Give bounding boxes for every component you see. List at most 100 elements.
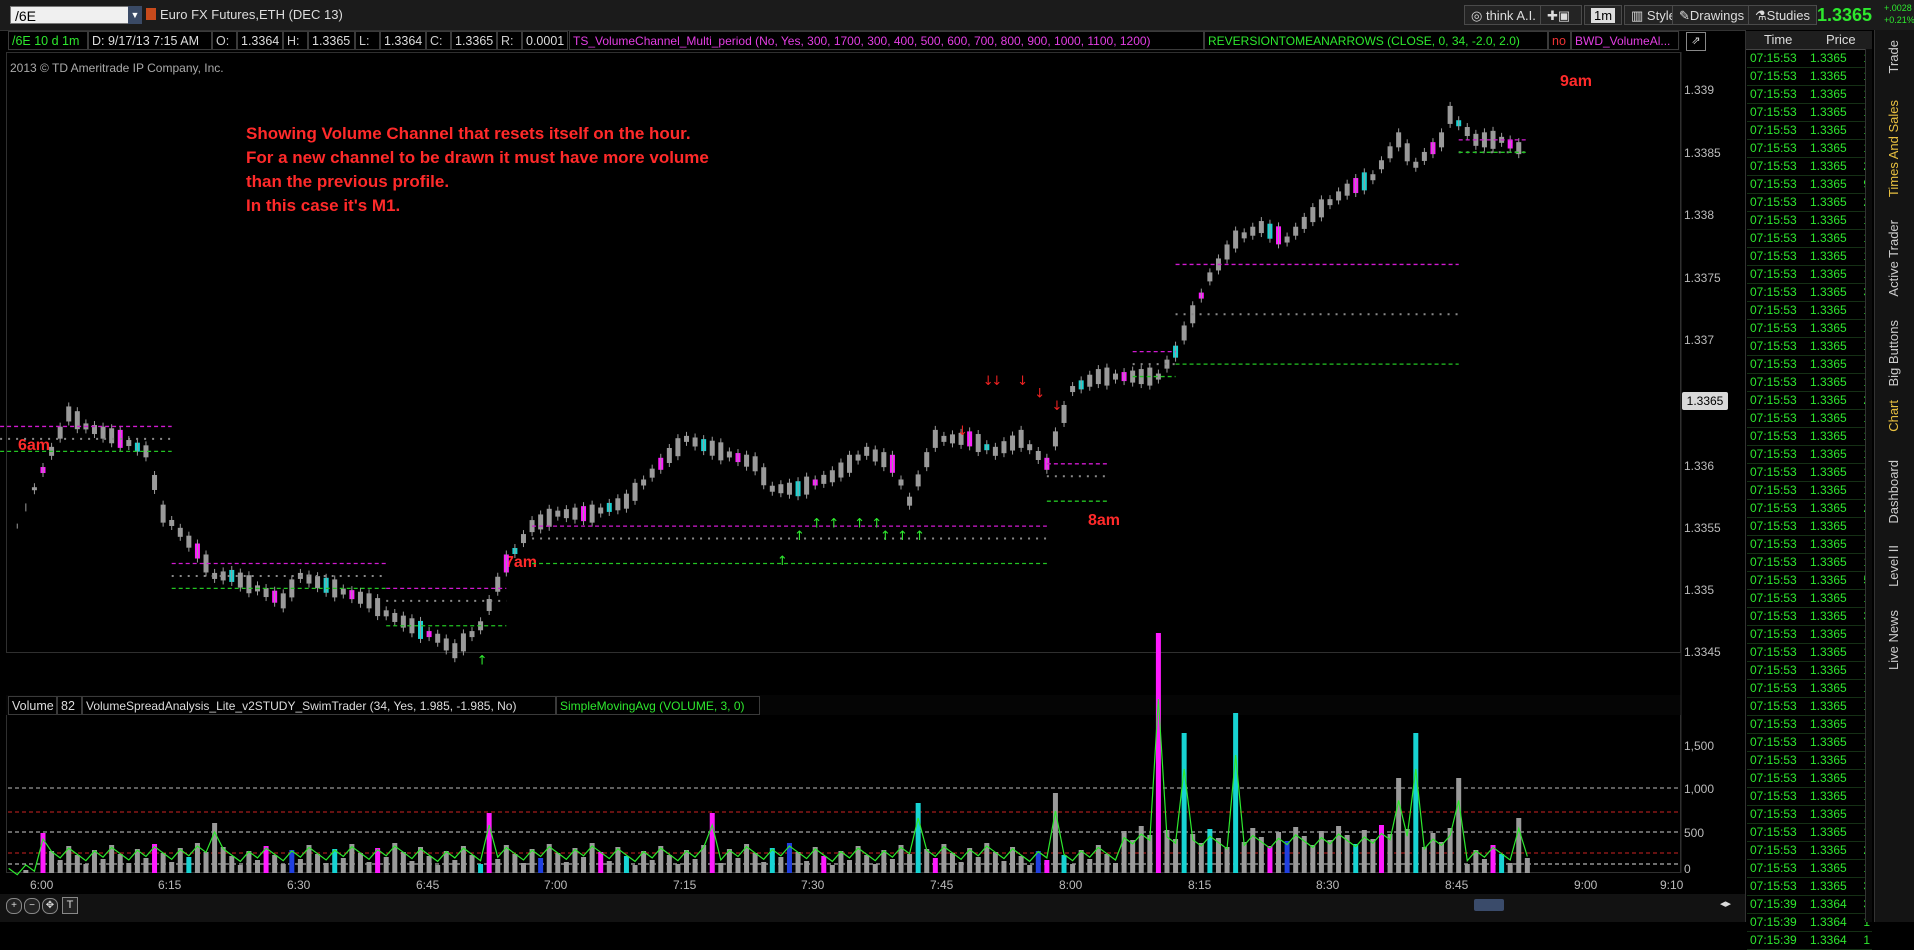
ts-row: 07:15:531.33651 [1747,769,1872,788]
volume-sma [8,698,1528,876]
volume-bar [735,858,741,873]
ts-time: 07:15:53 [1750,717,1797,731]
scroll-arrows-icon[interactable]: ◂▸ [1720,897,1731,910]
zoom-in-icon[interactable]: + [6,898,22,914]
horizontal-scrollbar-thumb[interactable] [1474,899,1504,911]
volume-bar [100,859,106,873]
volume-bar [847,860,853,873]
ts-price: 1.3365 [1810,843,1847,857]
volume-bar [143,858,149,873]
ts-time: 07:15:53 [1750,105,1797,119]
volume-grid [8,787,1680,865]
volume-bar [23,870,29,873]
ts-row: 07:15:531.33653 [1747,877,1872,896]
ts-price: 1.3365 [1810,105,1847,119]
ts-price: 1.3365 [1810,555,1847,569]
ts-time: 07:15:53 [1750,699,1797,713]
volume-bar [1027,865,1033,873]
ts-time: 07:15:39 [1750,933,1797,947]
down-arrow-icon: ↓ [957,424,968,439]
side-tab-trade[interactable]: Trade [1886,40,1901,73]
down-arrow-icon: ↓ [1051,399,1062,414]
up-arrow-icon: ↑ [477,654,488,669]
volume-bar [366,862,372,873]
ts-price: 1.3365 [1810,249,1847,263]
studies-button[interactable]: ⚗Studies [1748,5,1818,25]
volume-bar [1310,845,1316,873]
volume-bar [563,862,569,873]
volume-bar [1061,855,1067,873]
side-tab-dashboard[interactable]: Dashboard [1886,460,1901,524]
ts-time: 07:15:53 [1750,303,1797,317]
text-tool-icon[interactable]: T [62,897,78,914]
volume-bar [426,856,432,873]
side-tab-times-and-sales[interactable]: Times And Sales [1886,100,1901,197]
ts-time: 07:15:53 [1750,789,1797,803]
ts-row: 07:15:531.33651 [1747,535,1872,554]
volume-bar [752,853,758,873]
up-arrow-icon: ↑ [828,517,839,532]
ts-price: 1.3365 [1810,825,1847,839]
ts-time: 07:15:53 [1750,339,1797,353]
volume-bar [692,859,698,873]
side-tab-live-news[interactable]: Live News [1886,610,1901,670]
volume-bar [126,863,132,873]
ts-time: 07:15:53 [1750,123,1797,137]
ts-row: 07:15:531.33651 [1747,787,1872,806]
ts-time: 07:15:53 [1750,591,1797,605]
ts-price: 1.3365 [1810,789,1847,803]
ts-row: 07:15:531.33651 [1747,355,1872,374]
ts-col-time[interactable]: Time [1764,32,1792,47]
side-tab-level-ii[interactable]: Level II [1886,545,1901,587]
ts-col-price[interactable]: Price [1826,32,1856,47]
volume-bar [315,854,321,873]
last-price: 1.3365 [1817,5,1873,25]
volume-bar [889,859,895,873]
ts-price: 1.3365 [1810,663,1847,677]
ts-price: 1.3365 [1810,627,1847,641]
ts-row: 07:15:531.33653 [1747,607,1872,626]
ts-scrollbar[interactable] [1865,49,1872,922]
volume-bar [409,861,415,873]
volume-bar [915,803,921,873]
ts-price: 1.3365 [1810,699,1847,713]
ts-time: 07:15:53 [1750,141,1797,155]
volume-bar [1507,863,1513,873]
volume-bar [1250,828,1256,873]
ts-time: 07:15:53 [1750,393,1797,407]
ts-time: 07:15:53 [1750,447,1797,461]
ts-row: 07:15:531.33651 [1747,463,1872,482]
ts-price: 1.3365 [1810,213,1847,227]
side-tab-active-trader[interactable]: Active Trader [1886,220,1901,297]
zoom-out-icon[interactable]: − [24,898,40,914]
ts-price: 1.3365 [1810,69,1847,83]
volume-bar [1327,840,1333,873]
side-tab-chart[interactable]: Chart [1886,400,1901,432]
ts-time: 07:15:53 [1750,861,1797,875]
volume-bar [212,823,218,873]
volume-bar [821,856,827,873]
ts-row: 07:15:39 1.3364 1 [1747,913,1872,932]
volume-bar [1378,825,1384,873]
ts-time: 07:15:53 [1750,555,1797,569]
pan-icon[interactable]: ✥ [42,898,58,914]
ts-time: 07:15:53 [1750,375,1797,389]
volume-bar [49,851,55,873]
ts-price: 1.3365 [1810,483,1847,497]
ts-time: 07:15:53 [1750,195,1797,209]
ts-row: 07:15:531.33651 [1747,301,1872,320]
volume-bar [469,855,475,873]
volume-bar [280,864,286,873]
volume-bar [255,860,260,873]
volume-bar [1413,733,1419,873]
volume-bar [666,855,672,873]
ts-row: 07:15:531.33651 [1747,751,1872,770]
ts-time: 07:15:53 [1750,645,1797,659]
volume-bar [1198,843,1204,873]
ts-time: 07:15:53 [1750,843,1797,857]
ts-price: 1.3365 [1810,429,1847,443]
ts-row: 07:15:531.33651 [1747,229,1872,248]
ts-size: 1 [1863,933,1870,947]
ts-row: 07:15:531.33651 [1747,103,1872,122]
side-tab-big-buttons[interactable]: Big Buttons [1886,320,1901,387]
